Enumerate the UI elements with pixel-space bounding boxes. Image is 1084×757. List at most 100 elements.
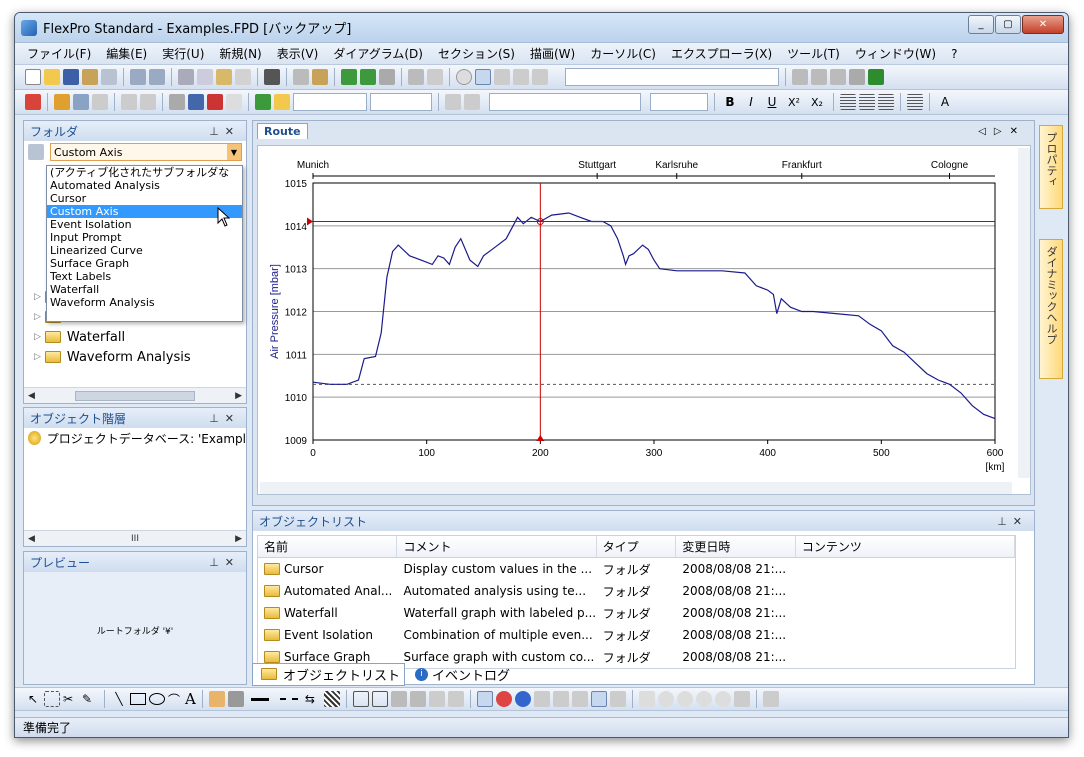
undo-icon[interactable]	[130, 69, 146, 85]
align-right-icon[interactable]	[878, 94, 894, 110]
text-box-icon[interactable]	[92, 94, 108, 110]
properties-icon[interactable]	[312, 69, 328, 85]
superscript-icon[interactable]: X²	[784, 96, 804, 109]
align-left-icon[interactable]	[840, 94, 856, 110]
table-icon[interactable]	[73, 94, 89, 110]
paste-icon[interactable]	[216, 69, 232, 85]
worksheet-icon[interactable]	[140, 94, 156, 110]
dropdown-item[interactable]: (アクティブ化されたサブフォルダな	[47, 166, 242, 179]
underline-icon[interactable]: U	[763, 95, 781, 109]
send-back-icon[interactable]	[409, 691, 426, 707]
dropdown-item[interactable]: Waterfall	[47, 283, 242, 296]
expand-icon[interactable]: ▷	[34, 352, 41, 362]
dropdown-item[interactable]: Surface Graph	[47, 257, 242, 270]
size-combo[interactable]	[370, 93, 432, 111]
package-icon[interactable]	[82, 69, 98, 85]
table-row[interactable]: Automated Anal... Automated analysis usin…	[258, 580, 1015, 602]
outline-icon[interactable]	[830, 69, 846, 85]
cursor-tool-icon[interactable]	[476, 691, 493, 707]
style-combo[interactable]	[293, 93, 367, 111]
menu-item-1[interactable]: 編集(E)	[106, 45, 147, 62]
pin-icon[interactable]: ⊥✕	[997, 515, 1028, 528]
pin-icon[interactable]: ⊥✕	[209, 556, 240, 569]
copy-icon[interactable]	[197, 69, 213, 85]
cut-icon[interactable]	[178, 69, 194, 85]
menu-item-7[interactable]: 描画(W)	[530, 45, 575, 62]
pin-icon[interactable]: ⊥✕	[209, 412, 240, 425]
shadow-icon[interactable]	[323, 691, 340, 707]
column-header[interactable]: コンテンツ	[796, 536, 1016, 557]
cursor-diff-icon[interactable]	[609, 691, 626, 707]
ellipse-tool-icon[interactable]	[149, 693, 165, 705]
new-icon[interactable]	[25, 69, 41, 85]
print-preview-icon[interactable]	[408, 69, 424, 85]
distribute-icon[interactable]	[447, 691, 464, 707]
waveform-icon[interactable]	[207, 94, 223, 110]
arrow-style-icon[interactable]: ⇆	[305, 692, 321, 706]
peak-icon[interactable]	[533, 691, 550, 707]
update-icon[interactable]	[341, 69, 357, 85]
menu-item-0[interactable]: ファイル(F)	[27, 45, 91, 62]
expand-icon[interactable]: ▷	[34, 332, 41, 342]
document-nav-controls[interactable]: ◁▷✕	[978, 126, 1026, 137]
hierarchy-root-item[interactable]: プロジェクトデータベース: 'Exampl	[47, 430, 246, 447]
view-tile-icon[interactable]	[532, 69, 548, 85]
dash-style-icon[interactable]	[279, 698, 298, 700]
view-list-icon[interactable]	[494, 69, 510, 85]
calculator-icon[interactable]	[379, 69, 395, 85]
hierarchy-hscrollbar[interactable]: ◀ III ▶	[24, 530, 246, 546]
line-color-icon[interactable]	[227, 691, 244, 707]
tree-item[interactable]: ▷ Waterfall	[24, 327, 246, 347]
formula-icon[interactable]	[226, 94, 242, 110]
tree-item[interactable]: ▷ Waveform Analysis	[24, 347, 246, 367]
dropdown-item[interactable]: Linearized Curve	[47, 244, 242, 257]
table-row[interactable]: Event Isolation Combination of multiple e…	[258, 624, 1015, 646]
save-icon[interactable]	[63, 69, 79, 85]
menu-item-11[interactable]: ウィンドウ(W)	[855, 45, 936, 62]
cursor-mark-icon[interactable]	[571, 691, 588, 707]
line-style-icon[interactable]	[445, 94, 461, 110]
view-grid-icon[interactable]	[513, 69, 529, 85]
italic-icon[interactable]: I	[742, 95, 760, 109]
folder-new-icon[interactable]	[274, 94, 290, 110]
ungroup-icon[interactable]	[371, 691, 388, 707]
find-icon[interactable]	[264, 69, 280, 85]
dataset-icon[interactable]	[169, 94, 185, 110]
column-header[interactable]: タイプ	[597, 536, 677, 557]
chart-icon[interactable]	[868, 69, 884, 85]
fill-color-icon[interactable]	[208, 691, 225, 707]
zoom-reset-icon[interactable]	[714, 691, 731, 707]
properties-sidetab[interactable]: プロパティ	[1039, 125, 1063, 209]
menu-item-10[interactable]: ツール(T)	[787, 45, 840, 62]
align-icon[interactable]	[792, 69, 808, 85]
font-name-combo[interactable]	[489, 93, 641, 111]
menu-item-12[interactable]: ?	[951, 47, 957, 61]
axis-icon[interactable]	[762, 691, 779, 707]
print-icon[interactable]	[101, 69, 117, 85]
select-points-icon[interactable]	[44, 691, 60, 707]
expand-icon[interactable]: ▷	[34, 312, 41, 322]
tree-icon[interactable]	[811, 69, 827, 85]
menu-item-5[interactable]: ダイアグラム(D)	[333, 45, 423, 62]
line-weight-icon[interactable]	[250, 697, 269, 701]
column-header[interactable]: コメント	[397, 536, 597, 557]
scissors-icon[interactable]: ✂	[63, 692, 79, 706]
text-tool-icon[interactable]: A	[185, 690, 196, 708]
zoom-icon[interactable]	[456, 69, 472, 85]
cursor-right-icon[interactable]	[514, 691, 531, 707]
line-tool-icon[interactable]: ╲	[111, 692, 127, 706]
line-width-icon[interactable]	[464, 94, 480, 110]
dynamic-help-sidetab[interactable]: ダイナミックヘルプ	[1039, 239, 1063, 379]
menu-item-8[interactable]: カーソル(C)	[590, 45, 656, 62]
font-combo[interactable]	[565, 68, 779, 86]
align-objects-icon[interactable]	[428, 691, 445, 707]
bar-chart-icon[interactable]	[54, 94, 70, 110]
dropdown-item[interactable]: Event Isolation	[47, 218, 242, 231]
align-center-icon[interactable]	[859, 94, 875, 110]
minimize-button[interactable]: _	[968, 15, 994, 34]
dropdown-item[interactable]: Automated Analysis	[47, 179, 242, 192]
dropdown-item[interactable]: Cursor	[47, 192, 242, 205]
subscript-icon[interactable]: X₂	[807, 96, 827, 109]
group-icon[interactable]	[352, 691, 369, 707]
pin-icon[interactable]: ⊥✕	[209, 125, 240, 138]
